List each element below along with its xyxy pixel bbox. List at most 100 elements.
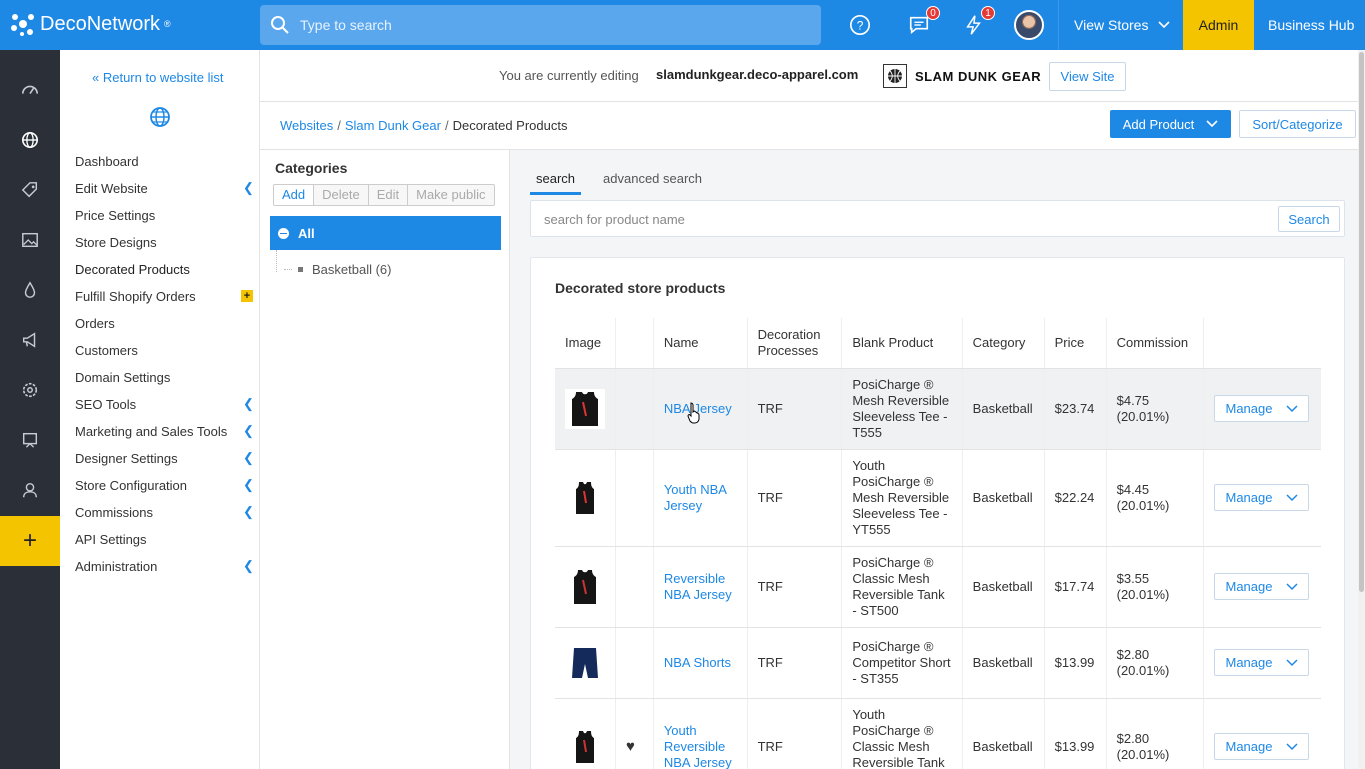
breadcrumb-store[interactable]: Slam Dunk Gear: [345, 118, 441, 133]
globe-icon: [150, 107, 170, 127]
manage-label: Manage: [1225, 400, 1273, 416]
presentation-icon[interactable]: [0, 415, 60, 465]
manage-dropdown[interactable]: Manage: [1214, 649, 1310, 676]
globe-icon[interactable]: [0, 115, 60, 165]
megaphone-icon[interactable]: [0, 315, 60, 365]
commission-cell: $4.45 (20.01%): [1105, 449, 1204, 547]
help-icon[interactable]: ?: [847, 12, 873, 38]
sidebar-item-commissions[interactable]: Commissions ❮: [75, 503, 254, 521]
search-icon: [271, 16, 289, 34]
product-thumbnail[interactable]: [565, 726, 605, 767]
add-product-button[interactable]: Add Product: [1110, 110, 1231, 138]
breadcrumb-separator: /: [337, 118, 341, 133]
sidebar-item-store-designs[interactable]: Store Designs: [75, 233, 253, 251]
manage-dropdown[interactable]: Manage: [1214, 484, 1310, 511]
tab-advanced-search[interactable]: advanced search: [597, 171, 708, 195]
sidebar-item-customers[interactable]: Customers: [75, 341, 253, 359]
sidebar-item-label: Customers: [75, 342, 138, 358]
view-stores-label: View Stores: [1074, 17, 1149, 33]
delete-category-button[interactable]: Delete: [314, 185, 369, 205]
product-name-link[interactable]: NBA Shorts: [664, 655, 731, 670]
view-stores-dropdown[interactable]: View Stores: [1058, 0, 1183, 50]
heart-cell: [615, 627, 654, 699]
add-category-button[interactable]: Add: [274, 185, 315, 205]
drop-icon[interactable]: [0, 265, 60, 315]
chevron-down-icon: [1286, 658, 1299, 666]
manage-dropdown[interactable]: Manage: [1214, 573, 1310, 600]
admin-button[interactable]: Admin: [1183, 0, 1254, 50]
products-card: Decorated store products Image Name Deco…: [530, 257, 1345, 769]
collapse-icon[interactable]: [278, 227, 289, 239]
heart-cell: [615, 449, 654, 547]
product-name-link[interactable]: Youth Reversible NBA Jersey: [664, 723, 732, 769]
tag-icon[interactable]: [0, 165, 60, 215]
sidebar-item-edit-website[interactable]: Edit Website ❮: [75, 179, 254, 197]
image-icon[interactable]: [0, 215, 60, 265]
user-avatar[interactable]: [1014, 10, 1044, 40]
product-name-link[interactable]: Youth NBA Jersey: [664, 482, 726, 513]
sidebar-item-label: Administration: [75, 558, 158, 574]
decoration-process: TRF: [746, 698, 842, 769]
sidebar-item-marketing-sales-tools[interactable]: Marketing and Sales Tools ❮: [75, 422, 254, 440]
search-button[interactable]: Search: [1278, 206, 1340, 232]
product-search-input[interactable]: search for product name Search: [530, 200, 1345, 237]
alerts-icon[interactable]: 1: [961, 6, 995, 38]
dashboard-icon[interactable]: [0, 65, 60, 115]
user-icon[interactable]: [0, 465, 60, 515]
return-to-website-list-link[interactable]: « Return to website list: [92, 70, 224, 85]
table-row: NBA Jersey TRF PosiCharge ® Mesh Reversi…: [555, 368, 1321, 450]
product-thumbnail[interactable]: [565, 477, 605, 518]
sidebar-item-api-settings[interactable]: API Settings: [75, 530, 253, 548]
global-search-input[interactable]: Type to search: [260, 5, 821, 45]
sidebar-item-store-configuration[interactable]: Store Configuration ❮: [75, 476, 254, 494]
business-hub-button[interactable]: Business Hub: [1254, 0, 1365, 50]
sidebar-item-label: Commissions: [75, 504, 154, 520]
chevron-left-icon: ❮: [243, 396, 254, 411]
category-cell: Basketball: [961, 627, 1045, 699]
sidebar-item-administration[interactable]: Administration ❮: [75, 557, 254, 575]
search-placeholder: Type to search: [300, 17, 392, 33]
manage-dropdown[interactable]: Manage: [1214, 733, 1310, 760]
favorite-heart-icon[interactable]: ♥: [615, 698, 654, 769]
manage-dropdown[interactable]: Manage: [1214, 395, 1310, 422]
make-public-button[interactable]: Make public: [408, 185, 494, 205]
breadcrumb-websites[interactable]: Websites: [280, 118, 333, 133]
decoration-process: TRF: [746, 449, 842, 547]
add-icon[interactable]: +: [0, 516, 60, 566]
column-header: Decoration Processes: [746, 318, 842, 369]
scrollbar-thumb[interactable]: [1359, 52, 1364, 592]
chevron-left-icon: ❮: [243, 450, 254, 465]
product-thumbnail[interactable]: [565, 566, 605, 607]
product-search-placeholder: search for product name: [544, 212, 685, 227]
product-name-link[interactable]: Reversible NBA Jersey: [664, 571, 732, 602]
sidebar-item-decorated-products[interactable]: Decorated Products: [75, 260, 253, 278]
sidebar-item-label: API Settings: [75, 531, 147, 547]
category-cell: Basketball: [961, 449, 1045, 547]
deco-logo-icon: [11, 14, 34, 36]
top-bar: DecoNetwork ® Type to search ? 0 1 View S…: [0, 0, 1365, 50]
sidebar-item-domain-settings[interactable]: Domain Settings: [75, 368, 253, 386]
column-header: Commission: [1105, 318, 1204, 369]
manage-label: Manage: [1225, 578, 1273, 594]
add-product-label: Add Product: [1122, 116, 1195, 132]
category-basketball[interactable]: Basketball (6): [284, 262, 391, 277]
sidebar-item-seo-tools[interactable]: SEO Tools ❮: [75, 395, 254, 413]
tab-search[interactable]: search: [530, 171, 582, 195]
settings-icon[interactable]: [0, 365, 60, 415]
svg-text:?: ?: [857, 19, 864, 33]
messages-icon[interactable]: 0: [906, 6, 940, 38]
sidebar-item-dashboard[interactable]: Dashboard: [75, 152, 253, 170]
sidebar-item-label: Store Designs: [75, 234, 157, 250]
sidebar-item-orders[interactable]: Orders: [75, 314, 253, 332]
category-all[interactable]: All: [270, 216, 501, 250]
product-thumbnail[interactable]: [565, 388, 605, 429]
edit-category-button[interactable]: Edit: [368, 185, 409, 205]
product-thumbnail[interactable]: [565, 642, 605, 683]
view-site-button[interactable]: View Site: [1049, 62, 1126, 91]
hand-cursor-icon: [687, 402, 700, 424]
sidebar-item-designer-settings[interactable]: Designer Settings ❮: [75, 449, 254, 467]
sidebar-item-fulfill-shopify-orders[interactable]: Fulfill Shopify Orders +: [75, 287, 253, 305]
sidebar-item-price-settings[interactable]: Price Settings: [75, 206, 253, 224]
sort-categorize-button[interactable]: Sort/Categorize: [1239, 110, 1356, 138]
brand-logo[interactable]: DecoNetwork ®: [10, 11, 171, 37]
